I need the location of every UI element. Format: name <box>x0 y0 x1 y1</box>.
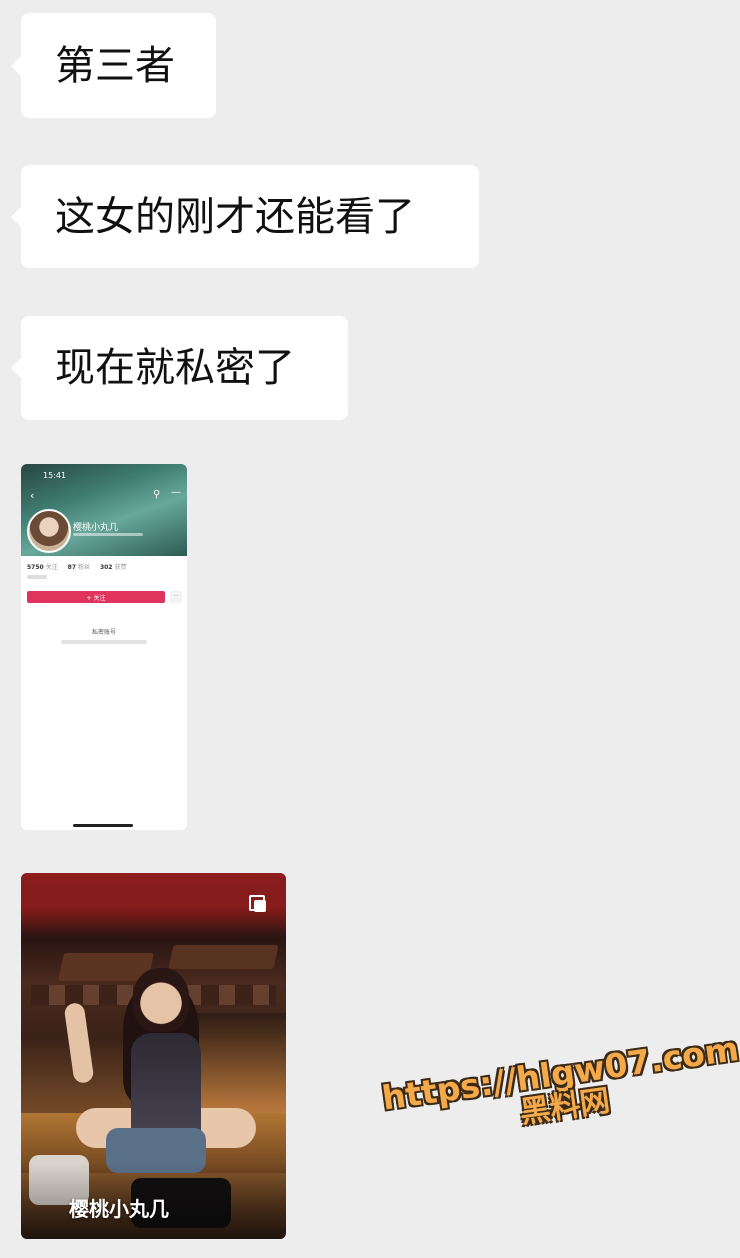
photo-card[interactable]: 樱桃小丸几 <box>21 873 286 1239</box>
chat-message-text: 这女的刚才还能看了 <box>55 193 415 240</box>
profile-stats: 5750 关注 87 粉丝 302 获赞 <box>27 562 134 571</box>
stat-value: 5750 <box>27 564 44 571</box>
chat-message-text: 现在就私密了 <box>55 345 295 391</box>
back-arrow-icon: ‹ <box>30 489 35 502</box>
table <box>168 945 279 969</box>
follow-button: + 关注 <box>27 591 165 603</box>
neon-sign <box>21 873 286 933</box>
private-account-description <box>61 640 147 644</box>
profile-screenshot-image[interactable]: 15:41 ‹ ⚲ — 樱桃小丸几 5750 关注 87 粉丝 302 获赞 + 关注… <box>21 464 187 830</box>
stat-value: 302 <box>99 564 113 571</box>
status-time: 15:41 <box>43 471 67 480</box>
person-arm <box>63 1001 95 1085</box>
more-options-icon: ··· <box>170 591 182 603</box>
avatar <box>27 509 71 553</box>
profile-tag <box>27 575 47 579</box>
chat-message-bubble[interactable]: 这女的刚才还能看了 <box>11 165 479 268</box>
multi-image-icon <box>249 895 267 913</box>
multi-image-icon-front <box>254 900 266 912</box>
chat-message-bubble[interactable]: 现在就私密了 <box>11 316 348 420</box>
stat-label: 粉丝 <box>78 564 91 571</box>
profile-id-line <box>73 533 143 536</box>
search-icon: ⚲ <box>153 489 161 500</box>
private-account-label: 私密账号 <box>91 629 116 636</box>
stat-label: 关注 <box>45 564 58 571</box>
chat-message-text: 第三者 <box>55 42 175 89</box>
photo-caption: 樱桃小丸几 <box>69 1197 169 1221</box>
home-indicator <box>73 824 133 827</box>
chat-message-bubble[interactable]: 第三者 <box>11 13 216 118</box>
stat-label: 获赞 <box>114 564 127 571</box>
person-head <box>133 968 189 1032</box>
more-icon: — <box>171 487 181 498</box>
stat-value: 87 <box>67 564 76 571</box>
profile-name: 樱桃小丸几 <box>73 523 119 533</box>
watermark: https://hlgw07.com 黑料网 <box>380 1029 740 1148</box>
